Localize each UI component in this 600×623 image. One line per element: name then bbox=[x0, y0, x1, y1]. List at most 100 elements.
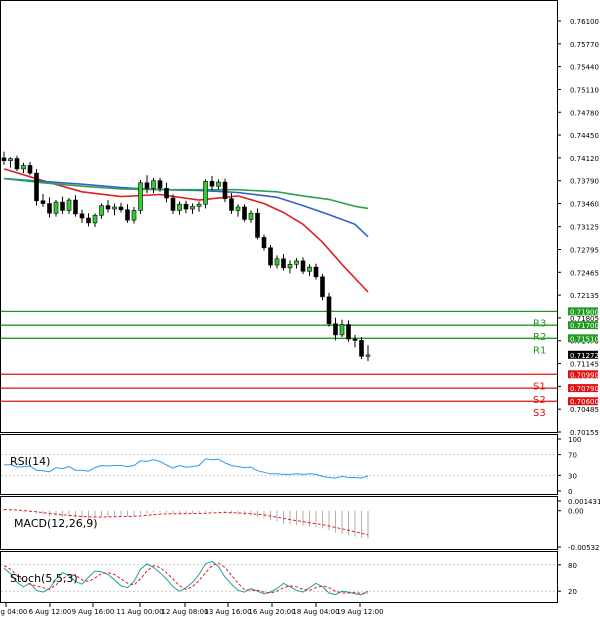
candle-body bbox=[99, 205, 104, 216]
candle-body bbox=[151, 180, 156, 189]
macd-tick-label: 0.001431 bbox=[568, 498, 600, 506]
candle-body bbox=[14, 158, 20, 170]
support-price-label: 0.70790 bbox=[570, 385, 599, 393]
candle-body bbox=[346, 324, 351, 340]
candle-body bbox=[79, 213, 85, 219]
candle-body bbox=[320, 276, 325, 298]
candle-body bbox=[53, 201, 59, 214]
price-tick-label: 0.74450 bbox=[570, 132, 599, 140]
candle-body bbox=[274, 258, 280, 266]
candle-body bbox=[125, 209, 130, 221]
candle-body bbox=[326, 296, 332, 325]
price-tick-label: 0.73790 bbox=[570, 178, 599, 186]
candle-body bbox=[164, 188, 169, 199]
resistance-price-label: 0.71510 bbox=[570, 335, 599, 343]
trading-chart-window: 0.76100 0.75770 0.75440 0.75110 0.74780 0.744… bbox=[0, 0, 600, 619]
time-tick-label: 6 Aug 12:00 bbox=[29, 608, 72, 616]
stoch-tick-label: 80 bbox=[568, 562, 577, 570]
time-tick-label: 19 Aug 12:00 bbox=[336, 608, 383, 616]
candle-body bbox=[47, 203, 52, 214]
time-tick-label: 16 Aug 20:00 bbox=[248, 608, 295, 616]
candle-body bbox=[177, 203, 182, 211]
candle-body bbox=[8, 158, 13, 161]
candle-body bbox=[157, 180, 163, 189]
chart-canvas: 0.76100 0.75770 0.75440 0.75110 0.74780 0.744… bbox=[0, 0, 600, 616]
time-axis: 5 Aug 04:006 Aug 12:009 Aug 16:0011 Aug … bbox=[0, 603, 384, 616]
stoch-tick-label: 20 bbox=[568, 588, 577, 596]
candle-body bbox=[144, 182, 150, 189]
rsi-tick-label: 70 bbox=[568, 452, 577, 460]
rsi-label: RSI(14) bbox=[10, 455, 50, 468]
price-tick-label: 0.73125 bbox=[570, 224, 599, 232]
candle-body bbox=[21, 165, 26, 170]
price-tick-label: 0.75110 bbox=[570, 86, 599, 94]
candle-body bbox=[261, 237, 267, 249]
resistance-name-label: R3 bbox=[533, 318, 546, 329]
resistance-price-label: 0.71900 bbox=[570, 308, 599, 316]
candle-body bbox=[248, 212, 254, 220]
support-price-label: 0.70990 bbox=[570, 371, 599, 379]
time-tick-label: 13 Aug 16:00 bbox=[204, 608, 251, 616]
price-tick-label: 0.70485 bbox=[570, 406, 599, 414]
price-tick-label: 0.75770 bbox=[570, 41, 599, 49]
rsi-tick-label: 30 bbox=[568, 472, 577, 480]
candle-body bbox=[216, 181, 221, 187]
price-tick-label: 0.76100 bbox=[570, 18, 599, 26]
rsi-tick-label: 100 bbox=[568, 436, 581, 444]
macd-label: MACD(12,26,9) bbox=[14, 517, 98, 530]
candle-body bbox=[229, 198, 234, 211]
candle-body bbox=[112, 206, 117, 210]
candle-body bbox=[60, 201, 65, 211]
candle-body bbox=[339, 324, 345, 336]
candle-body bbox=[313, 266, 319, 278]
time-tick-label: 11 Aug 00:00 bbox=[116, 608, 163, 616]
candle-body bbox=[255, 212, 260, 238]
candle-body bbox=[34, 172, 39, 202]
candle-body bbox=[170, 197, 176, 211]
resistance-name-label: R1 bbox=[533, 345, 546, 356]
macd-tick-label: -0.005325 bbox=[568, 544, 600, 552]
candle-body bbox=[294, 260, 299, 265]
candle-body bbox=[86, 217, 91, 224]
support-name-label: S1 bbox=[533, 381, 546, 392]
time-tick-label: 9 Aug 16:00 bbox=[72, 608, 115, 616]
macd-tick-label: 0.00 bbox=[568, 508, 584, 516]
resistance-price-label: 0.71700 bbox=[570, 322, 599, 330]
candle-body bbox=[1, 157, 7, 161]
price-tick-label: 0.73460 bbox=[570, 201, 599, 209]
candle-body bbox=[209, 181, 215, 187]
price-tick-label: 0.72795 bbox=[570, 246, 599, 254]
stoch-label: Stoch(5,5,3) bbox=[10, 572, 78, 585]
current-price-marker: 0.71272 bbox=[568, 350, 599, 360]
candle-body bbox=[203, 181, 208, 205]
price-tick-label: 0.72465 bbox=[570, 269, 599, 277]
current-price-label: 0.71272 bbox=[570, 352, 599, 360]
candle-body bbox=[196, 203, 202, 207]
candle-body bbox=[365, 354, 371, 357]
candle-body bbox=[222, 181, 228, 199]
time-tick-label: 12 Aug 08:00 bbox=[161, 608, 208, 616]
candle-body bbox=[333, 323, 338, 336]
price-tick-label: 0.74780 bbox=[570, 109, 599, 117]
candle-body bbox=[118, 206, 124, 211]
time-tick-label: 18 Aug 04:00 bbox=[292, 608, 339, 616]
candle-body bbox=[131, 210, 137, 221]
support-price-label: 0.70600 bbox=[570, 398, 599, 406]
candle-body bbox=[287, 264, 293, 269]
candle-body bbox=[92, 214, 98, 224]
candle-body bbox=[138, 182, 143, 211]
candle-body bbox=[40, 200, 46, 204]
candle-body bbox=[352, 338, 358, 341]
price-tick-label: 0.74120 bbox=[570, 155, 599, 163]
candle-body bbox=[27, 165, 33, 174]
candle-body bbox=[190, 205, 195, 210]
rsi-tick-label: 0 bbox=[568, 488, 572, 496]
price-tick-label: 0.72135 bbox=[570, 292, 599, 300]
candle-body bbox=[300, 260, 306, 272]
stoch-panel-frame bbox=[0, 551, 558, 603]
candle-body bbox=[66, 199, 72, 211]
candle-body bbox=[281, 258, 286, 269]
price-tick-label: 0.71145 bbox=[570, 361, 599, 369]
candle-body bbox=[105, 205, 111, 210]
candle-body bbox=[268, 247, 273, 266]
